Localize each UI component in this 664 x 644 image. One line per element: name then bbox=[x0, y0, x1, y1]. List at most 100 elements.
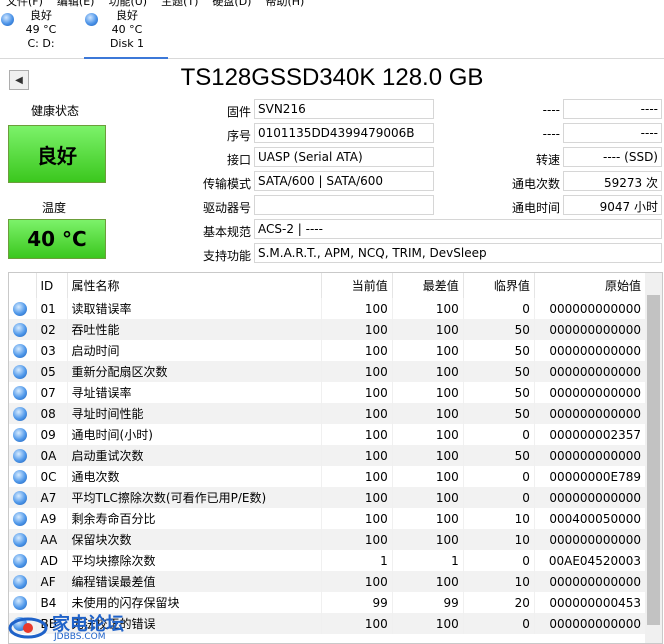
attribute-name: 启动重试次数 bbox=[67, 445, 322, 466]
attribute-name: 剩余寿命百分比 bbox=[67, 508, 322, 529]
status-dot-icon bbox=[13, 385, 27, 400]
threshold-value: 20 bbox=[463, 592, 535, 613]
threshold-value: 0 bbox=[463, 466, 535, 487]
interface-label: 接口 bbox=[226, 153, 251, 167]
current-value: 100 bbox=[321, 445, 393, 466]
threshold-value: 0 bbox=[463, 298, 535, 319]
threshold-value: 50 bbox=[463, 340, 535, 361]
health-status-badge[interactable]: 良好 bbox=[8, 125, 106, 183]
worst-value: 100 bbox=[392, 487, 464, 508]
table-row[interactable]: 05 重新分配扇区次数 100 100 50 000000000000 bbox=[9, 361, 647, 382]
threshold-value: 0 bbox=[463, 487, 535, 508]
disk-tab-1[interactable]: 良好 40 °C Disk 1 bbox=[84, 9, 168, 59]
worst-value: 100 bbox=[392, 298, 464, 319]
menu-file[interactable]: 文件(F) bbox=[6, 0, 43, 9]
raw-value: 000400050000 bbox=[534, 508, 647, 529]
current-value: 100 bbox=[321, 403, 393, 424]
attribute-id: 0C bbox=[36, 466, 68, 487]
table-row[interactable]: 09 通电时间(小时) 100 100 0 000000002357 bbox=[9, 424, 647, 445]
disk-tab-temp: 40 °C bbox=[111, 23, 143, 36]
column-header-raw[interactable]: 原始值 bbox=[534, 273, 647, 298]
attribute-name: 重新分配扇区次数 bbox=[67, 361, 322, 382]
raw-value: 000000000000 bbox=[534, 613, 647, 634]
threshold-value: 50 bbox=[463, 382, 535, 403]
disk-tab-status: 良好 bbox=[30, 9, 52, 22]
power-hours-value: 9047 小时 bbox=[563, 195, 662, 215]
disk-tab-0[interactable]: 良好 49 °C C: D: bbox=[0, 9, 68, 51]
current-value: 100 bbox=[321, 298, 393, 319]
disk-tab-status: 良好 bbox=[116, 9, 138, 22]
menu-theme[interactable]: 主题(T) bbox=[161, 0, 198, 9]
extra-value-2: ---- bbox=[563, 123, 662, 143]
table-row[interactable]: 08 寻址时间性能 100 100 50 000000000000 bbox=[9, 403, 647, 424]
current-value: 100 bbox=[321, 529, 393, 550]
worst-value: 100 bbox=[392, 613, 464, 634]
temperature-label: 温度 bbox=[42, 201, 67, 215]
raw-value: 000000000000 bbox=[534, 403, 647, 424]
rotation-value: ---- (SSD) bbox=[563, 147, 662, 167]
table-row[interactable]: A9 剩余寿命百分比 100 100 10 000400050000 bbox=[9, 508, 647, 529]
table-row[interactable]: 02 吞吐性能 100 100 50 000000000000 bbox=[9, 319, 647, 340]
table-row[interactable]: AA 保留块次数 100 100 10 000000000000 bbox=[9, 529, 647, 550]
smart-attribute-table[interactable]: ID 属性名称 当前值 最差值 临界值 原始值 01 读取错误率 100 100 0 00… bbox=[8, 272, 663, 644]
worst-value: 100 bbox=[392, 340, 464, 361]
temperature-badge[interactable]: 40 °C bbox=[8, 219, 106, 259]
raw-value: 000000000000 bbox=[534, 340, 647, 361]
attribute-id: A7 bbox=[36, 487, 68, 508]
menu-help[interactable]: 帮助(H) bbox=[265, 0, 304, 9]
current-value: 100 bbox=[321, 508, 393, 529]
table-row[interactable]: A7 平均TLC擦除次数(可看作已用P/E数) 100 100 0 00000000000… bbox=[9, 487, 647, 508]
scrollbar-thumb[interactable] bbox=[647, 295, 660, 625]
power-hours-label: 通电时间 bbox=[511, 201, 560, 215]
raw-value: 00000000E789 bbox=[534, 466, 647, 487]
column-header-current[interactable]: 当前值 bbox=[321, 273, 393, 298]
menu-function[interactable]: 功能(U) bbox=[108, 0, 147, 9]
attribute-id: 03 bbox=[36, 340, 68, 361]
row-status-cell bbox=[9, 508, 37, 529]
worst-value: 100 bbox=[392, 571, 464, 592]
table-row[interactable]: 0C 通电次数 100 100 0 00000000E789 bbox=[9, 466, 647, 487]
table-row[interactable]: 03 启动时间 100 100 50 000000000000 bbox=[9, 340, 647, 361]
attribute-id: 01 bbox=[36, 298, 68, 319]
menu-disk[interactable]: 硬盘(D) bbox=[212, 0, 251, 9]
table-row[interactable]: AD 平均块擦除次数 1 1 0 00AE04520003 bbox=[9, 550, 647, 571]
column-header-worst[interactable]: 最差值 bbox=[392, 273, 464, 298]
serial-label: 序号 bbox=[226, 129, 251, 143]
transfer-mode-label: 传输模式 bbox=[202, 177, 251, 191]
current-value: 100 bbox=[321, 340, 393, 361]
status-dot-icon bbox=[13, 448, 27, 463]
threshold-value: 0 bbox=[463, 424, 535, 445]
row-status-cell bbox=[9, 466, 37, 487]
threshold-value: 0 bbox=[463, 550, 535, 571]
table-row[interactable]: 0A 启动重试次数 100 100 50 000000000000 bbox=[9, 445, 647, 466]
vertical-scrollbar[interactable] bbox=[645, 273, 662, 643]
threshold-value: 10 bbox=[463, 508, 535, 529]
attribute-id: AD bbox=[36, 550, 68, 571]
row-status-cell bbox=[9, 424, 37, 445]
table-row[interactable]: 07 寻址错误率 100 100 50 000000000000 bbox=[9, 382, 647, 403]
column-header-name[interactable]: 属性名称 bbox=[67, 273, 322, 298]
extra-label-1: ---- bbox=[542, 103, 560, 117]
raw-value: 000000000000 bbox=[534, 361, 647, 382]
attribute-id: AA bbox=[36, 529, 68, 550]
row-status-cell bbox=[9, 487, 37, 508]
raw-value: 000000000000 bbox=[534, 529, 647, 550]
drive-letter-label: 驱动器号 bbox=[202, 201, 251, 215]
column-header-threshold[interactable]: 临界值 bbox=[463, 273, 535, 298]
table-row[interactable]: 01 读取错误率 100 100 0 000000000000 bbox=[9, 298, 647, 319]
extra-value-1: ---- bbox=[563, 99, 662, 119]
features-label: 支持功能 bbox=[202, 249, 251, 263]
status-dot-icon bbox=[13, 322, 27, 337]
status-dot-icon bbox=[13, 469, 27, 484]
row-status-cell bbox=[9, 529, 37, 550]
attribute-id: 09 bbox=[36, 424, 68, 445]
status-dot-icon bbox=[13, 364, 27, 379]
threshold-value: 50 bbox=[463, 361, 535, 382]
table-row[interactable]: AF 编程错误最差值 100 100 10 000000000000 bbox=[9, 571, 647, 592]
row-status-cell bbox=[9, 319, 37, 340]
serial-value: 0101135DD4399479006B bbox=[254, 123, 434, 143]
menu-edit[interactable]: 编辑(E) bbox=[57, 0, 95, 9]
standard-label: 基本规范 bbox=[202, 225, 251, 239]
column-header-id[interactable]: ID bbox=[36, 273, 68, 298]
watermark-subtext: JDBBS.COM bbox=[54, 632, 106, 642]
